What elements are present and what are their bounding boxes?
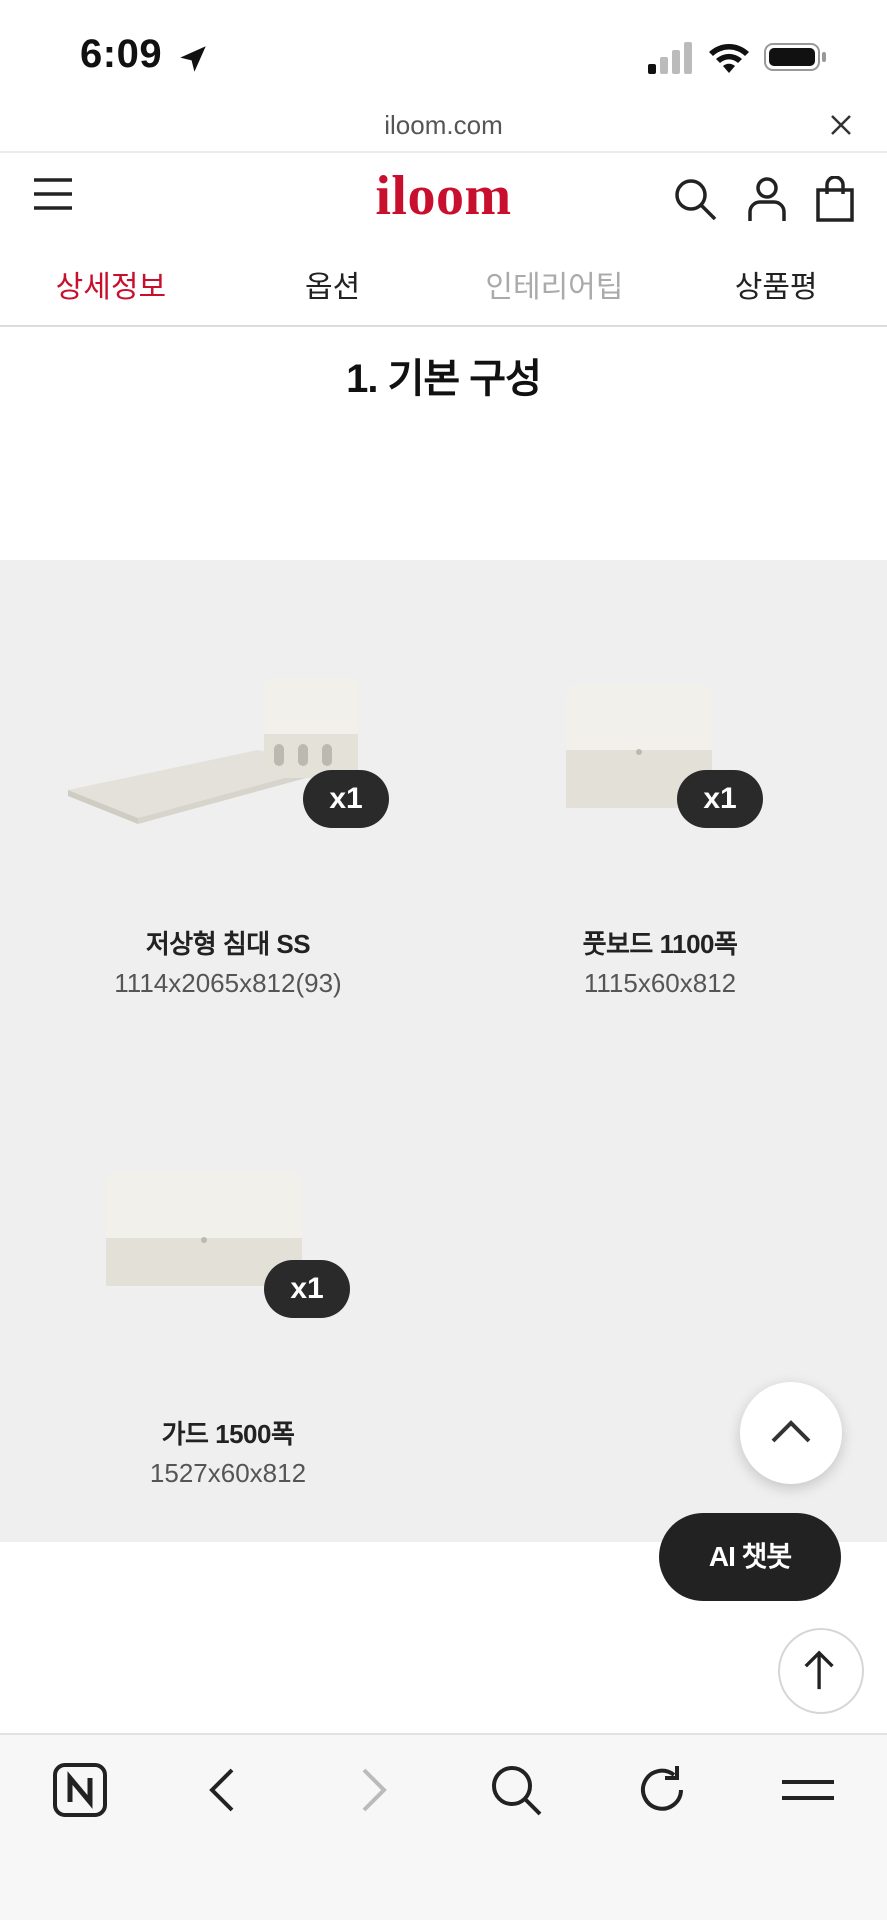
quantity-badge: x1 <box>264 1260 350 1318</box>
close-icon[interactable] <box>828 112 854 138</box>
search-icon[interactable] <box>488 1762 544 1818</box>
ai-chatbot-button[interactable]: AI 챗봇 <box>659 1513 841 1601</box>
detail-tabs: 상세정보 옵션 인테리어팁 상품평 <box>0 250 887 326</box>
product-name: 풋보드 1100폭 <box>582 929 738 959</box>
product-card[interactable]: x1 풋보드 1100폭 1115x60x812 <box>450 560 870 1020</box>
tab-options[interactable]: 옵션 <box>222 250 444 326</box>
section-title: 1. 기본 구성 <box>346 357 542 401</box>
menu-icon[interactable] <box>780 1762 836 1818</box>
product-dimensions: 1527x60x812 <box>149 1458 307 1488</box>
quantity-badge: x1 <box>677 770 763 828</box>
product-dimensions: 1115x60x812 <box>583 968 737 998</box>
product-card[interactable]: x1 저상형 침대 SS 1114x2065x812(93) <box>18 560 438 1020</box>
browser-toolbar <box>0 1733 887 1920</box>
location-arrow-icon <box>180 46 206 72</box>
product-name: 저상형 침대 SS <box>145 929 311 959</box>
tab-details[interactable]: 상세정보 <box>0 250 222 326</box>
shopping-bag-icon[interactable] <box>814 176 856 222</box>
tab-divider <box>0 325 887 327</box>
product-name: 가드 1500폭 <box>161 1419 295 1449</box>
naver-n-icon[interactable] <box>52 1762 108 1818</box>
reload-icon[interactable] <box>634 1762 690 1818</box>
status-time: 6:09 <box>80 32 163 76</box>
tab-reviews[interactable]: 상품평 <box>665 250 887 326</box>
arrow-up-icon <box>804 1650 834 1690</box>
scroll-up-button[interactable] <box>740 1382 842 1484</box>
url-text: iloom.com <box>384 110 503 140</box>
back-icon[interactable] <box>196 1762 252 1818</box>
forward-icon[interactable] <box>344 1762 400 1818</box>
wifi-icon <box>709 44 749 73</box>
chevron-up-icon <box>771 1420 811 1443</box>
url-bar[interactable]: iloom.com <box>0 104 887 152</box>
tab-interior-tips[interactable]: 인테리어팁 <box>444 250 666 326</box>
user-icon[interactable] <box>746 176 788 222</box>
battery-icon <box>764 43 826 71</box>
quantity-badge: x1 <box>303 770 389 828</box>
cellular-signal-icon <box>648 42 692 74</box>
search-icon[interactable] <box>672 176 718 222</box>
product-dimensions: 1114x2065x812(93) <box>114 968 342 998</box>
product-card[interactable]: x1 가드 1500폭 1527x60x812 <box>18 1050 438 1510</box>
back-to-top-button[interactable] <box>778 1628 864 1714</box>
